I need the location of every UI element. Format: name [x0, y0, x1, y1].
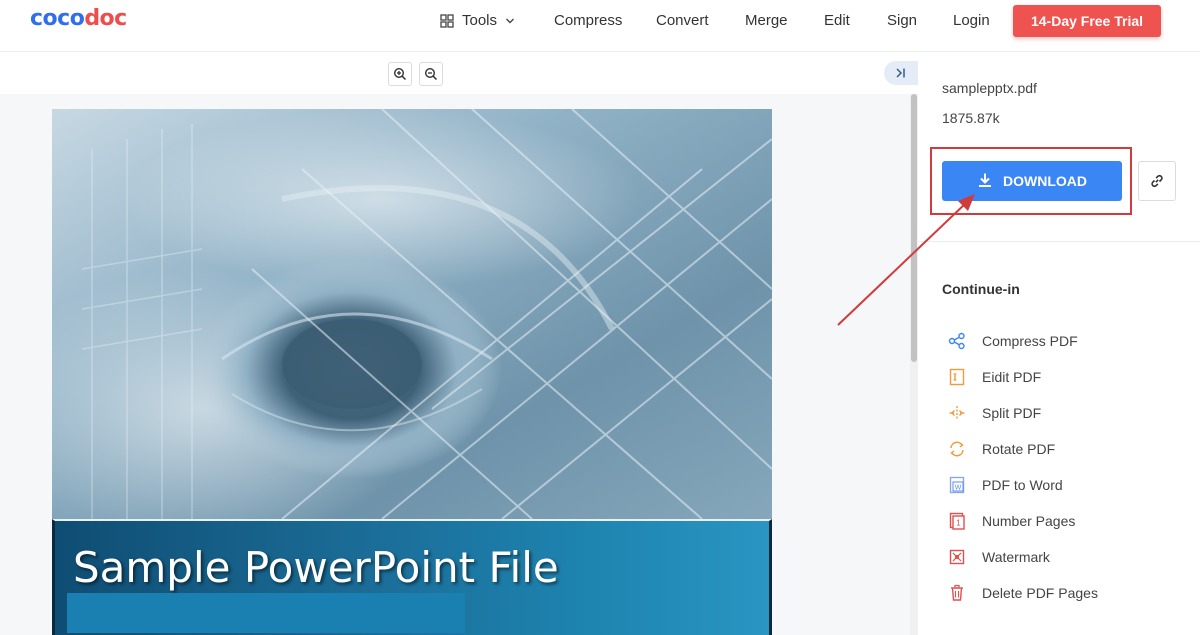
slide-background-image [52, 109, 772, 519]
tool-label: Delete PDF Pages [982, 585, 1098, 601]
tool-watermark[interactable]: Watermark [946, 539, 1186, 575]
download-icon [977, 172, 993, 191]
continue-tools-list: Compress PDF Eidit PDF Split PDF Rotate … [946, 323, 1186, 611]
share-icon [946, 330, 968, 352]
panel-divider [918, 241, 1200, 242]
slide-subtitle-bar [67, 593, 465, 633]
word-icon: W [946, 474, 968, 496]
file-panel: samplepptx.pdf 1875.87k DOWNLOAD Continu… [918, 52, 1200, 635]
slide-title: Sample PowerPoint File [73, 543, 559, 592]
download-button[interactable]: DOWNLOAD [942, 161, 1122, 201]
tool-compress-pdf[interactable]: Compress PDF [946, 323, 1186, 359]
tool-label: PDF to Word [982, 477, 1063, 493]
tool-number-pages[interactable]: 1 Number Pages [946, 503, 1186, 539]
tool-delete-pdf-pages[interactable]: Delete PDF Pages [946, 575, 1186, 611]
collapse-right-icon [896, 68, 905, 78]
tool-rotate-pdf[interactable]: Rotate PDF [946, 431, 1186, 467]
viewer-toolbar [0, 52, 918, 94]
nav-merge[interactable]: Merge [745, 12, 788, 29]
link-icon [1151, 174, 1163, 188]
tool-label: Number Pages [982, 513, 1076, 529]
nav-compress[interactable]: Compress [554, 12, 622, 29]
tool-label: Compress PDF [982, 333, 1078, 349]
nav-sign[interactable]: Sign [887, 12, 917, 29]
download-label: DOWNLOAD [1003, 173, 1087, 189]
top-header: cocodoc Tools Compress Convert Merge Edi… [0, 0, 1200, 52]
file-size: 1875.87k [942, 110, 1000, 126]
chevron-down-icon [505, 16, 515, 26]
cocodoc-logo[interactable]: cocodoc [30, 6, 127, 31]
zoom-out-icon [424, 67, 438, 81]
tool-label: Watermark [982, 549, 1050, 565]
zoom-in-button[interactable] [388, 62, 412, 86]
tool-label: Eidit PDF [982, 369, 1042, 385]
number-pages-icon: 1 [946, 510, 968, 532]
viewer-scrollbar-thumb[interactable] [911, 94, 917, 362]
zoom-out-button[interactable] [419, 62, 443, 86]
slide-title-band: Sample PowerPoint File [52, 519, 772, 635]
svg-text:W: W [955, 485, 962, 492]
tool-pdf-to-word[interactable]: W PDF to Word [946, 467, 1186, 503]
edit-icon [946, 366, 968, 388]
nav-tools-label: Tools [462, 12, 498, 29]
grid-icon [440, 13, 454, 28]
tool-edit-pdf[interactable]: Eidit PDF [946, 359, 1186, 395]
pdf-page-slide: Sample PowerPoint File [52, 109, 772, 635]
free-trial-button[interactable]: 14-Day Free Trial [1013, 5, 1161, 37]
logo-text-part2: doc [84, 6, 127, 31]
nav-login[interactable]: Login [953, 12, 990, 29]
nav-edit[interactable]: Edit [824, 12, 850, 29]
tool-label: Rotate PDF [982, 441, 1056, 457]
rotate-icon [946, 438, 968, 460]
file-name: samplepptx.pdf [942, 80, 1037, 96]
nav-tools-menu[interactable]: Tools [440, 12, 515, 29]
tool-split-pdf[interactable]: Split PDF [946, 395, 1186, 431]
nav-convert[interactable]: Convert [656, 12, 709, 29]
watermark-icon [946, 546, 968, 568]
svg-text:1: 1 [956, 519, 961, 528]
logo-text-part1: coco [30, 6, 85, 31]
tool-label: Split PDF [982, 405, 1042, 421]
zoom-in-icon [393, 67, 407, 81]
copy-link-button[interactable] [1138, 161, 1176, 201]
pdf-viewer: Sample PowerPoint File [0, 94, 918, 635]
split-icon [946, 402, 968, 424]
delete-icon [946, 582, 968, 604]
collapse-panel-button[interactable] [884, 61, 918, 85]
continue-in-heading: Continue-in [942, 281, 1020, 297]
